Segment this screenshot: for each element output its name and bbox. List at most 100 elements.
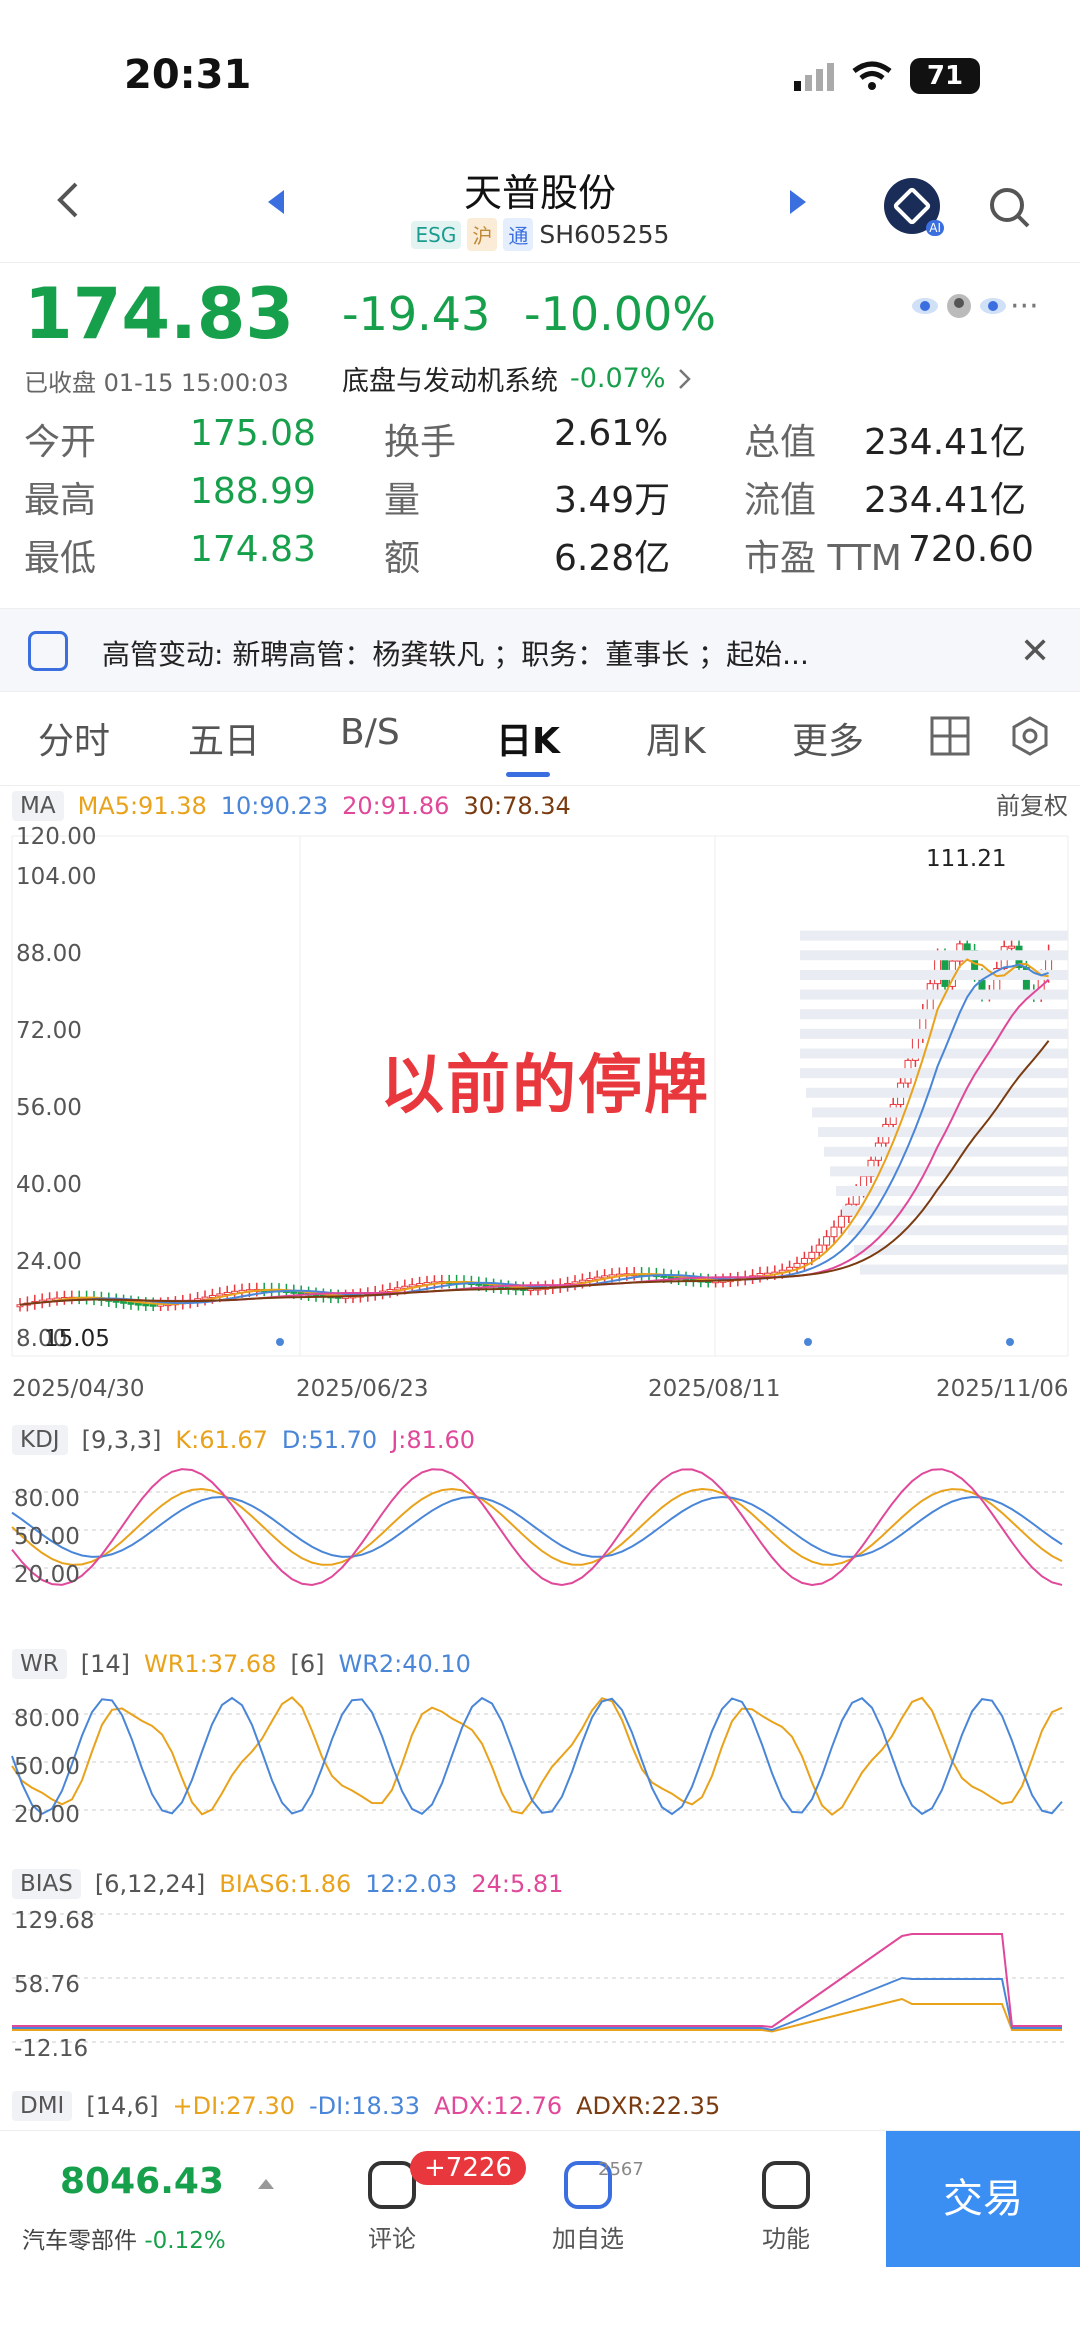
wr-tick: 80.00	[14, 1706, 80, 1732]
event-dot	[1006, 1338, 1014, 1346]
tab-bs[interactable]: B/S	[340, 712, 400, 753]
wr-tick: 20.00	[14, 1802, 80, 1828]
ai-assistant-icon[interactable]: AI	[884, 178, 944, 236]
stat-value: 3.49万	[554, 480, 671, 521]
function-button[interactable]: 功能	[726, 2161, 846, 2254]
candle-body	[586, 1278, 594, 1282]
stat-value: 188.99	[190, 471, 316, 512]
wr2-value: WR2:40.10	[338, 1650, 471, 1678]
tab-more[interactable]: 更多	[792, 712, 864, 764]
max-price-label: 111.21	[926, 846, 1007, 872]
connect-tag: 通	[503, 218, 534, 251]
bias-selector[interactable]: BIAS	[12, 1869, 81, 1899]
indicator-line	[12, 1976, 1062, 2032]
kdj-chart[interactable]	[0, 1462, 1080, 1592]
comment-count-badge: +7226	[410, 2151, 526, 2185]
stat-value: 2.61%	[554, 413, 669, 454]
ma5-value: MA5:91.38	[77, 792, 207, 820]
overlay-annotation: 以前的停牌	[380, 1049, 710, 1123]
kdj-tick: 80.00	[14, 1486, 80, 1512]
trade-button[interactable]: 交易	[886, 2131, 1080, 2267]
active-tab-indicator	[506, 772, 550, 777]
sector-link[interactable]: 底盘与发动机系统 -0.07%	[342, 359, 692, 398]
x-tick: 2025/08/11	[648, 1376, 781, 1402]
candle-body	[800, 1257, 808, 1264]
watchlist-count: 2567	[598, 2159, 644, 2180]
stat-value: 234.41亿	[864, 480, 1026, 521]
bottom-toolbar: 8046.43 汽车零部件 -0.12% 评论 +7226 加自选 2567 功…	[0, 2130, 1080, 2290]
x-tick: 2025/04/30	[12, 1376, 145, 1402]
esg-tag[interactable]: ESG	[410, 220, 462, 249]
stat-label: 换手	[384, 422, 457, 463]
kdj-legend: KDJ [9,3,3] K:61.67 D:51.70 J:81.60	[12, 1422, 475, 1458]
suspension-band	[800, 950, 1068, 961]
dmi-adxr: ADXR:22.35	[576, 2092, 721, 2120]
tab-intraday[interactable]: 分时	[38, 712, 110, 764]
wr-selector[interactable]: WR	[12, 1649, 67, 1679]
quote-panel: 174.83 -19.43 -10.00% ··· 已收盘 01-15 15:0…	[0, 262, 1080, 602]
last-price: 174.83	[24, 273, 295, 355]
bias-chart[interactable]	[0, 1904, 1080, 2054]
candle-body	[393, 1287, 401, 1291]
ai-badge: AI	[926, 220, 944, 236]
wr1-value: WR1:37.68	[144, 1650, 277, 1678]
suspension-band	[800, 930, 1068, 941]
announcement-bar[interactable]: 高管变动: 新聘高管：杨龚轶凡 ；职务：董事长 ；起始... ✕	[0, 608, 1080, 692]
comment-icon	[368, 2161, 416, 2209]
candle-body	[127, 1301, 135, 1305]
ma10-value: 10:90.23	[220, 792, 329, 820]
kdj-tick: 50.00	[14, 1524, 80, 1550]
close-icon[interactable]: ✕	[1020, 631, 1050, 672]
next-stock-icon[interactable]	[790, 190, 806, 214]
y-tick: 72.00	[16, 1018, 82, 1044]
tab-daily-k[interactable]: 日K	[496, 712, 560, 764]
stat-value: 175.08	[190, 413, 316, 454]
stat-label: 量	[384, 480, 421, 521]
candle-body	[208, 1294, 216, 1298]
search-icon[interactable]	[988, 186, 1032, 230]
announcement-text: 高管变动: 新聘高管：杨龚轶凡 ；职务：董事长 ；起始...	[102, 638, 809, 671]
indicator-line	[12, 1933, 1062, 2029]
menu-icon	[762, 2161, 810, 2209]
suspension-band	[800, 1048, 1068, 1059]
wr-chart[interactable]	[0, 1686, 1080, 1826]
candle-body	[815, 1244, 823, 1253]
adjust-mode[interactable]: 前复权	[996, 786, 1068, 821]
suspension-band	[824, 1146, 1068, 1157]
min-price-label: 15.05	[44, 1326, 110, 1352]
candle-body	[216, 1293, 224, 1297]
kdj-selector[interactable]: KDJ	[12, 1425, 68, 1455]
stat-row: 今开 175.08 换手 2.61% 总值 234.41亿	[24, 413, 1064, 471]
wifi-icon	[852, 61, 892, 90]
bias-legend: BIAS [6,12,24] BIAS6:1.86 12:2.03 24:5.8…	[12, 1866, 563, 1902]
stock-header: 天普股份 ESG 沪 通 SH605255 AI	[0, 150, 1080, 260]
ma-selector[interactable]: MA	[12, 791, 64, 821]
stat-label: 市盈 TTM	[744, 538, 902, 579]
dmi-params: [14,6]	[86, 2092, 159, 2120]
y-tick: 104.00	[16, 864, 97, 890]
dmi-selector[interactable]: DMI	[12, 2091, 73, 2121]
wr-tick: 50.00	[14, 1754, 80, 1780]
bias-tick: -12.16	[14, 2036, 89, 2062]
kdj-tick: 20.00	[14, 1562, 80, 1588]
candle-body	[830, 1226, 838, 1238]
layout-grid-icon[interactable]	[930, 716, 970, 756]
settings-icon[interactable]	[1010, 716, 1050, 756]
sector-name: 底盘与发动机系统	[342, 366, 558, 397]
kline-chart-area[interactable]: MA MA5:91.38 10:90.23 20:91.86 30:78.34 …	[0, 786, 1080, 2121]
ma20-line	[19, 978, 1050, 1306]
tab-five-day[interactable]: 五日	[188, 712, 260, 764]
signal-icon	[794, 63, 834, 91]
index-value: 8046.43	[60, 2161, 224, 2202]
suspension-band	[848, 1225, 1068, 1236]
ma30-value: 30:78.34	[463, 792, 571, 820]
bias-tick: 58.76	[14, 1972, 80, 1998]
y-tick: 120.00	[16, 824, 97, 850]
tab-weekly-k[interactable]: 周K	[646, 712, 706, 764]
stat-label: 总值	[744, 422, 817, 463]
stat-value: 720.60	[908, 529, 1034, 570]
market-tag: 沪	[467, 218, 498, 251]
more-options-icon[interactable]: ···	[1010, 289, 1039, 324]
community-avatars[interactable]	[910, 293, 1008, 319]
stat-value: 6.28亿	[554, 538, 671, 579]
